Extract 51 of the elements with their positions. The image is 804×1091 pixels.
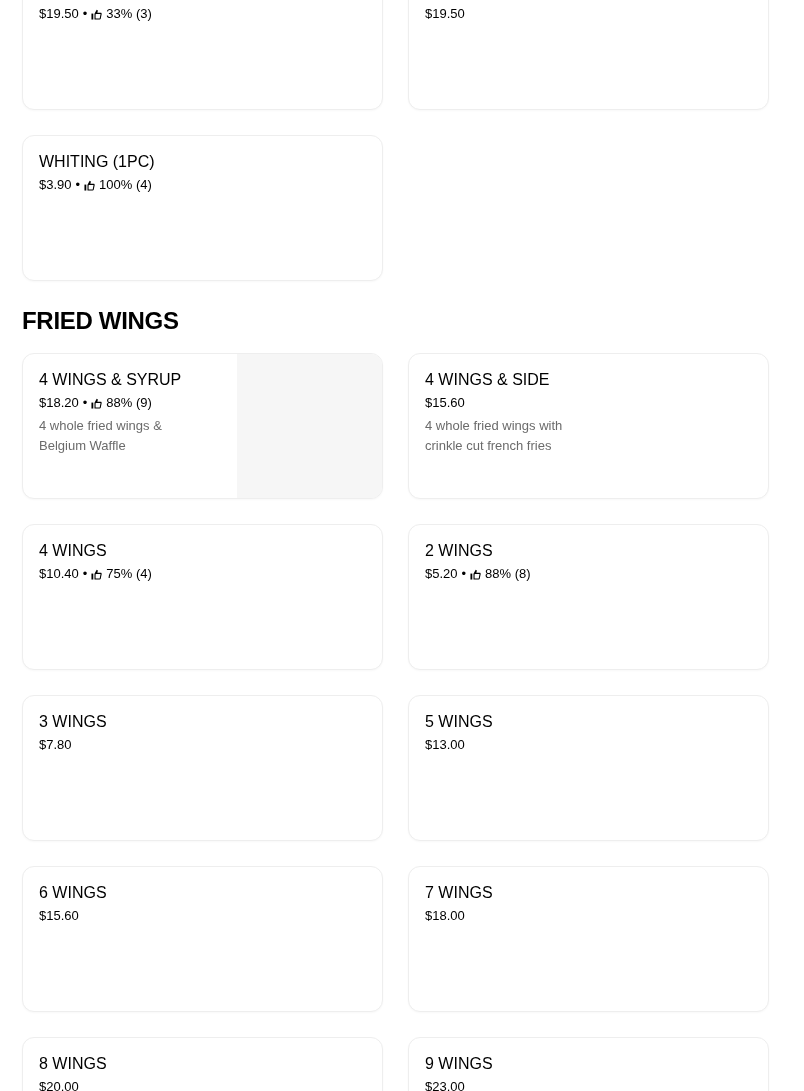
item-name: 2 WINGS <box>425 541 493 561</box>
item-name: 5 WINGS <box>425 712 493 732</box>
item-name: 3 WINGS <box>39 712 107 732</box>
menu-card[interactable]: 3 WINGS $7.80 <box>22 695 383 841</box>
thumbs-up-icon <box>84 179 96 191</box>
separator-dot: • <box>461 565 467 583</box>
menu-card[interactable]: 2 WINGS $5.20 • 88% (8) <box>408 524 769 670</box>
menu-card[interactable]: 4 WINGS & SIDE $15.60 4 whole fried wings with crinkle cut french fries <box>408 353 769 499</box>
item-description: 4 whole fried wings with crinkle cut french fries <box>425 417 564 455</box>
separator-dot: • <box>82 394 88 412</box>
item-price: $18.20 <box>39 394 79 412</box>
item-price: $13.00 <box>425 736 465 754</box>
thumbs-up-icon <box>91 397 103 409</box>
menu-card[interactable]: 6 WINGS $15.60 <box>22 866 383 1012</box>
item-price: $19.50 <box>425 5 465 23</box>
item-price: $15.60 <box>39 907 79 925</box>
item-price: $7.80 <box>39 736 72 754</box>
item-name: 8 WINGS <box>39 1054 107 1074</box>
menu-card[interactable]: $19.50 • 33% (3) <box>22 0 383 110</box>
thumbs-up-icon <box>470 568 482 580</box>
menu-card[interactable]: 5 WINGS $13.00 <box>408 695 769 841</box>
item-rating: 33% (3) <box>106 5 152 23</box>
item-rating: 75% (4) <box>106 565 152 583</box>
item-name: 4 WINGS <box>39 541 107 561</box>
item-rating: 88% (9) <box>106 394 152 412</box>
menu-card[interactable]: WHITING (1PC) $3.90 • 100% (4) <box>22 135 383 281</box>
item-rating: 88% (8) <box>485 565 531 583</box>
item-price: $18.00 <box>425 907 465 925</box>
menu-card[interactable]: $19.50 <box>408 0 769 110</box>
item-name: 4 WINGS & SYRUP <box>39 370 182 390</box>
section-heading: FRIED WINGS <box>22 306 180 336</box>
separator-dot: • <box>75 176 81 194</box>
item-price: $5.20 <box>425 565 458 583</box>
item-price: $15.60 <box>425 394 465 412</box>
item-name: 7 WINGS <box>425 883 493 903</box>
item-price: $19.50 <box>39 5 79 23</box>
item-rating: 100% (4) <box>99 176 152 194</box>
item-name: 6 WINGS <box>39 883 107 903</box>
item-name: 4 WINGS & SIDE <box>425 370 550 390</box>
item-name: WHITING (1PC) <box>39 152 155 172</box>
item-name: 9 WINGS <box>425 1054 493 1074</box>
menu-card[interactable]: 7 WINGS $18.00 <box>408 866 769 1012</box>
separator-dot: • <box>82 565 88 583</box>
item-description: 4 whole fried wings & Belgium Waffle <box>39 417 163 455</box>
thumbs-up-icon <box>91 8 103 20</box>
menu-card[interactable]: 4 WINGS $10.40 • 75% (4) <box>22 524 383 670</box>
thumbs-up-icon <box>91 568 103 580</box>
menu-card[interactable]: 4 WINGS & SYRUP $18.20 • 88% (9) 4 whole fried wings & Belgium Waffle <box>22 353 383 499</box>
item-price: $10.40 <box>39 565 79 583</box>
separator-dot: • <box>82 5 88 23</box>
item-price: $3.90 <box>39 176 72 194</box>
